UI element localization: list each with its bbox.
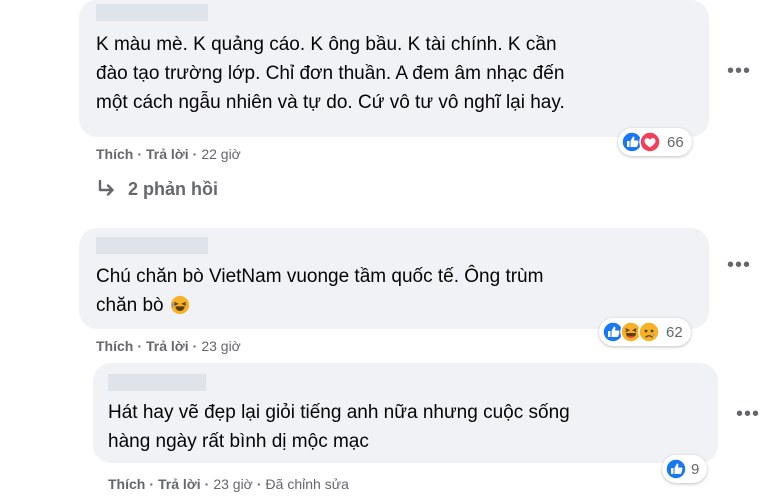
- redacted-author-name[interactable]: [96, 237, 208, 254]
- more-options-icon[interactable]: •••: [727, 255, 751, 275]
- separator-dot: ·: [137, 338, 143, 354]
- replies-count-label: 2 phản hồi: [128, 178, 218, 199]
- more-options-icon[interactable]: •••: [727, 61, 751, 81]
- more-options-icon[interactable]: •••: [736, 404, 760, 424]
- view-replies-link[interactable]: 2 phản hồi: [96, 178, 218, 200]
- redacted-author-name[interactable]: [108, 374, 206, 391]
- separator-dot: ·: [192, 146, 198, 162]
- reaction-count: 9: [691, 460, 700, 478]
- love-icon: [639, 131, 661, 153]
- comment-text: K màu mè. K quảng cáo. K ông bầu. K tài …: [96, 34, 565, 113]
- reply-arrow-icon: [98, 179, 114, 196]
- comment-actions: Thích · Trả lời · 23 giờ: [96, 338, 241, 354]
- like-link[interactable]: Thích: [96, 146, 133, 162]
- separator-dot: ·: [204, 476, 210, 492]
- comment-text-body: Chú chăn bò VietNam vuonge tầm quốc tế. …: [96, 266, 544, 316]
- edited-label[interactable]: Đã chỉnh sửa: [266, 476, 349, 492]
- reaction-summary[interactable]: 9: [662, 455, 708, 483]
- comment-text: Hát hay vẽ đẹp lại giỏi tiếng anh nữa nh…: [108, 402, 570, 452]
- separator-dot: ·: [256, 476, 262, 492]
- reply-link[interactable]: Trả lời: [158, 476, 201, 492]
- laughing-emoji-icon: [170, 295, 189, 315]
- reaction-count: 66: [667, 133, 684, 151]
- reply-link[interactable]: Trả lời: [146, 338, 189, 354]
- reaction-summary[interactable]: 62: [599, 318, 691, 346]
- comment-actions: Thích · Trả lời · 22 giờ: [96, 146, 241, 162]
- comment-text: Chú chăn bò VietNam vuonge tầm quốc tế. …: [96, 262, 696, 320]
- comment-actions: Thích · Trả lời · 23 giờ · Đã chỉnh sửa: [108, 476, 349, 492]
- redacted-author-name[interactable]: [96, 4, 208, 21]
- like-icon: [665, 458, 687, 480]
- comment-timestamp[interactable]: 23 giờ: [201, 338, 241, 354]
- like-link[interactable]: Thích: [96, 338, 133, 354]
- comment-timestamp[interactable]: 23 giờ: [213, 476, 253, 492]
- reaction-summary[interactable]: 66: [618, 128, 692, 156]
- comment-timestamp[interactable]: 22 giờ: [201, 146, 241, 162]
- separator-dot: ·: [137, 146, 143, 162]
- like-link[interactable]: Thích: [108, 476, 145, 492]
- separator-dot: ·: [192, 338, 198, 354]
- reaction-count: 62: [666, 323, 683, 341]
- separator-dot: ·: [149, 476, 155, 492]
- reply-link[interactable]: Trả lời: [146, 146, 189, 162]
- sad-icon: [638, 321, 660, 343]
